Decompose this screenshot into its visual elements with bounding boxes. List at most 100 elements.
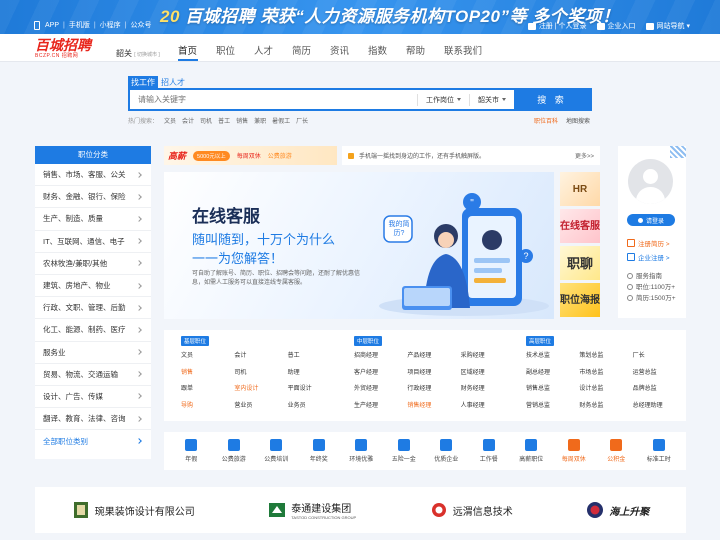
category-item[interactable]: IT、互联网、通信、电子 (35, 231, 151, 253)
mobile-link[interactable]: 手机版 (69, 20, 90, 30)
search-button[interactable]: 搜 索 (514, 90, 590, 109)
job-tag[interactable]: 外贸经理 (354, 383, 407, 400)
category-item[interactable]: 行政、文职、管理、后勤 (35, 297, 151, 320)
city-select[interactable]: 韶关市 (469, 93, 514, 106)
job-tag[interactable]: 普工 (288, 350, 341, 367)
more-link[interactable]: 更多>> (575, 151, 594, 160)
job-tag[interactable]: 财务经理 (461, 383, 514, 400)
nav-resume[interactable]: 简历 (292, 43, 330, 57)
job-tag[interactable]: 行政经理 (407, 383, 460, 400)
job-tag[interactable]: 文员 (181, 350, 234, 367)
sitemap-link[interactable]: 网站导航 ▾ (645, 21, 690, 31)
job-tag[interactable]: 客户经理 (354, 367, 407, 384)
benefit-shortcut[interactable]: 五险一金 (384, 439, 424, 463)
job-tag[interactable]: 司机 (234, 367, 287, 384)
job-tag[interactable]: 项目经理 (407, 367, 460, 384)
site-logo[interactable]: 百城招聘 BCZP.CN 招聘网 (35, 38, 110, 60)
nav-news[interactable]: 资讯 (330, 43, 368, 57)
job-type-select[interactable]: 工作岗位 (417, 93, 469, 106)
job-poster-ad[interactable]: 职位海报 (560, 283, 600, 317)
hot-keyword[interactable]: 会计 (182, 116, 194, 125)
category-item[interactable]: 销售、市场、客服、公关 (35, 164, 151, 187)
login-link[interactable]: 注册 | 个人登录 (527, 21, 587, 31)
job-tag[interactable]: 区域经理 (461, 367, 514, 384)
nav-jobs[interactable]: 职位 (216, 43, 254, 57)
top-banner[interactable]: APP | 手机版 | 小程序 | 公众号 20 百城招聘 荣获“人力资源服务机… (0, 0, 720, 34)
job-tag[interactable]: 财务总监 (579, 400, 632, 417)
city-switcher[interactable]: 韶关 [ 切换城市 ] (116, 48, 160, 59)
nav-index[interactable]: 指数 (368, 43, 406, 57)
benefit-shortcut[interactable]: 每周双休 (554, 439, 594, 463)
benefit-shortcut[interactable]: 公积金 (596, 439, 636, 463)
category-item[interactable]: 翻译、教育、法律、咨询 (35, 408, 151, 431)
search-input[interactable] (130, 95, 417, 104)
benefit-shortcut[interactable]: 公费旅游 (214, 439, 254, 463)
job-tag[interactable]: 导购 (181, 400, 234, 417)
job-tag[interactable]: 销售 (181, 367, 234, 384)
register-company-link[interactable]: 企业注册 > (627, 252, 670, 262)
hero-banner[interactable]: 在线客服 随叫随到，十万个为什么 一一为您解答！ 可自助了解账号、简历、职位、招… (164, 172, 554, 319)
benefit-shortcut[interactable]: 标准工时 (639, 439, 679, 463)
job-tag[interactable]: 副总经理 (526, 367, 579, 384)
enterprise-link[interactable]: 企业入口 (596, 21, 636, 31)
job-wiki-link[interactable]: 职位百科 (534, 116, 558, 125)
job-tag[interactable]: 生产经理 (354, 400, 407, 417)
benefit-shortcut[interactable]: 年终奖 (299, 439, 339, 463)
category-item[interactable]: 生产、制造、质量 (35, 208, 151, 231)
job-tag[interactable]: 厂长 (633, 350, 686, 367)
job-tag[interactable]: 运营总监 (633, 367, 686, 384)
job-tag[interactable]: 市场总监 (579, 367, 632, 384)
official-account-link[interactable]: 公众号 (131, 20, 152, 30)
benefit-shortcut[interactable]: 环境优雅 (341, 439, 381, 463)
benefit-shortcut[interactable]: 优质企业 (426, 439, 466, 463)
salary-ad-strip[interactable]: 高薪 5000元以上 每周双休 公费旅游 (164, 146, 337, 165)
benefit-shortcut[interactable]: 年假 (171, 439, 211, 463)
job-tag[interactable]: 技术总监 (526, 350, 579, 367)
benefit-shortcut[interactable]: 公费培训 (256, 439, 296, 463)
login-button[interactable]: 请登录 (627, 214, 675, 226)
nav-contact[interactable]: 联系我们 (444, 43, 482, 57)
category-item[interactable]: 服务业 (35, 342, 151, 364)
category-item[interactable]: 财务、金融、银行、保险 (35, 186, 151, 209)
app-link[interactable]: APP (45, 22, 59, 29)
job-tag[interactable]: 室内设计 (234, 383, 287, 400)
job-tag[interactable]: 平面设计 (288, 383, 341, 400)
job-tag[interactable]: 采购经理 (461, 350, 514, 367)
partner-logo[interactable]: 泰通建设集团 TASTOD CONSTRUCTION GROUP (268, 500, 356, 520)
nav-home[interactable]: 首页 (178, 43, 216, 57)
nav-help[interactable]: 帮助 (406, 43, 444, 57)
benefit-shortcut[interactable]: 高薪职位 (511, 439, 551, 463)
job-tag[interactable]: 总经理助理 (633, 400, 686, 417)
job-tag[interactable]: 策划总监 (579, 350, 632, 367)
job-tag[interactable]: 营销总监 (526, 400, 579, 417)
miniprogram-link[interactable]: 小程序 (100, 20, 121, 30)
job-tag[interactable]: 品牌总监 (633, 383, 686, 400)
register-resume-link[interactable]: 注册简历 > (627, 238, 670, 248)
job-tag[interactable]: 人事经理 (461, 400, 514, 417)
job-tag[interactable]: 业务员 (288, 400, 341, 417)
category-item[interactable]: 化工、能源、制药、医疗 (35, 319, 151, 342)
hot-keyword[interactable]: 文员 (164, 116, 176, 125)
all-categories-link[interactable]: 全部职位类别 (35, 430, 151, 452)
job-tag[interactable]: 产品经理 (407, 350, 460, 367)
hot-keyword[interactable]: 司机 (200, 116, 212, 125)
job-tag[interactable]: 跟单 (181, 383, 234, 400)
hot-keyword[interactable]: 销售 (236, 116, 248, 125)
job-tag[interactable]: 会计 (234, 350, 287, 367)
partner-logo[interactable]: 琬果装饰设计有限公司 (72, 501, 195, 519)
category-item[interactable]: 设计、广告、传媒 (35, 386, 151, 409)
category-item[interactable]: 贸易、物流、交通运输 (35, 364, 151, 386)
online-service-ad[interactable]: 在线客服 (560, 209, 600, 243)
category-item[interactable]: 建筑、房地产、物业 (35, 275, 151, 298)
hot-keyword[interactable]: 厂长 (296, 116, 308, 125)
benefit-shortcut[interactable]: 工作餐 (469, 439, 509, 463)
job-tag[interactable]: 设计总监 (579, 383, 632, 400)
partner-logo[interactable]: 海上升聚 (586, 501, 649, 519)
hot-keyword[interactable]: 普工 (218, 116, 230, 125)
category-item[interactable]: 农林牧渔/兼职/其他 (35, 253, 151, 275)
nav-talent[interactable]: 人才 (254, 43, 292, 57)
partner-logo[interactable]: 远渭信息技术 (430, 501, 513, 519)
hr-ad[interactable]: HR (560, 172, 600, 206)
hot-keyword[interactable]: 兼职 (254, 116, 266, 125)
job-tag[interactable]: 营业员 (234, 400, 287, 417)
